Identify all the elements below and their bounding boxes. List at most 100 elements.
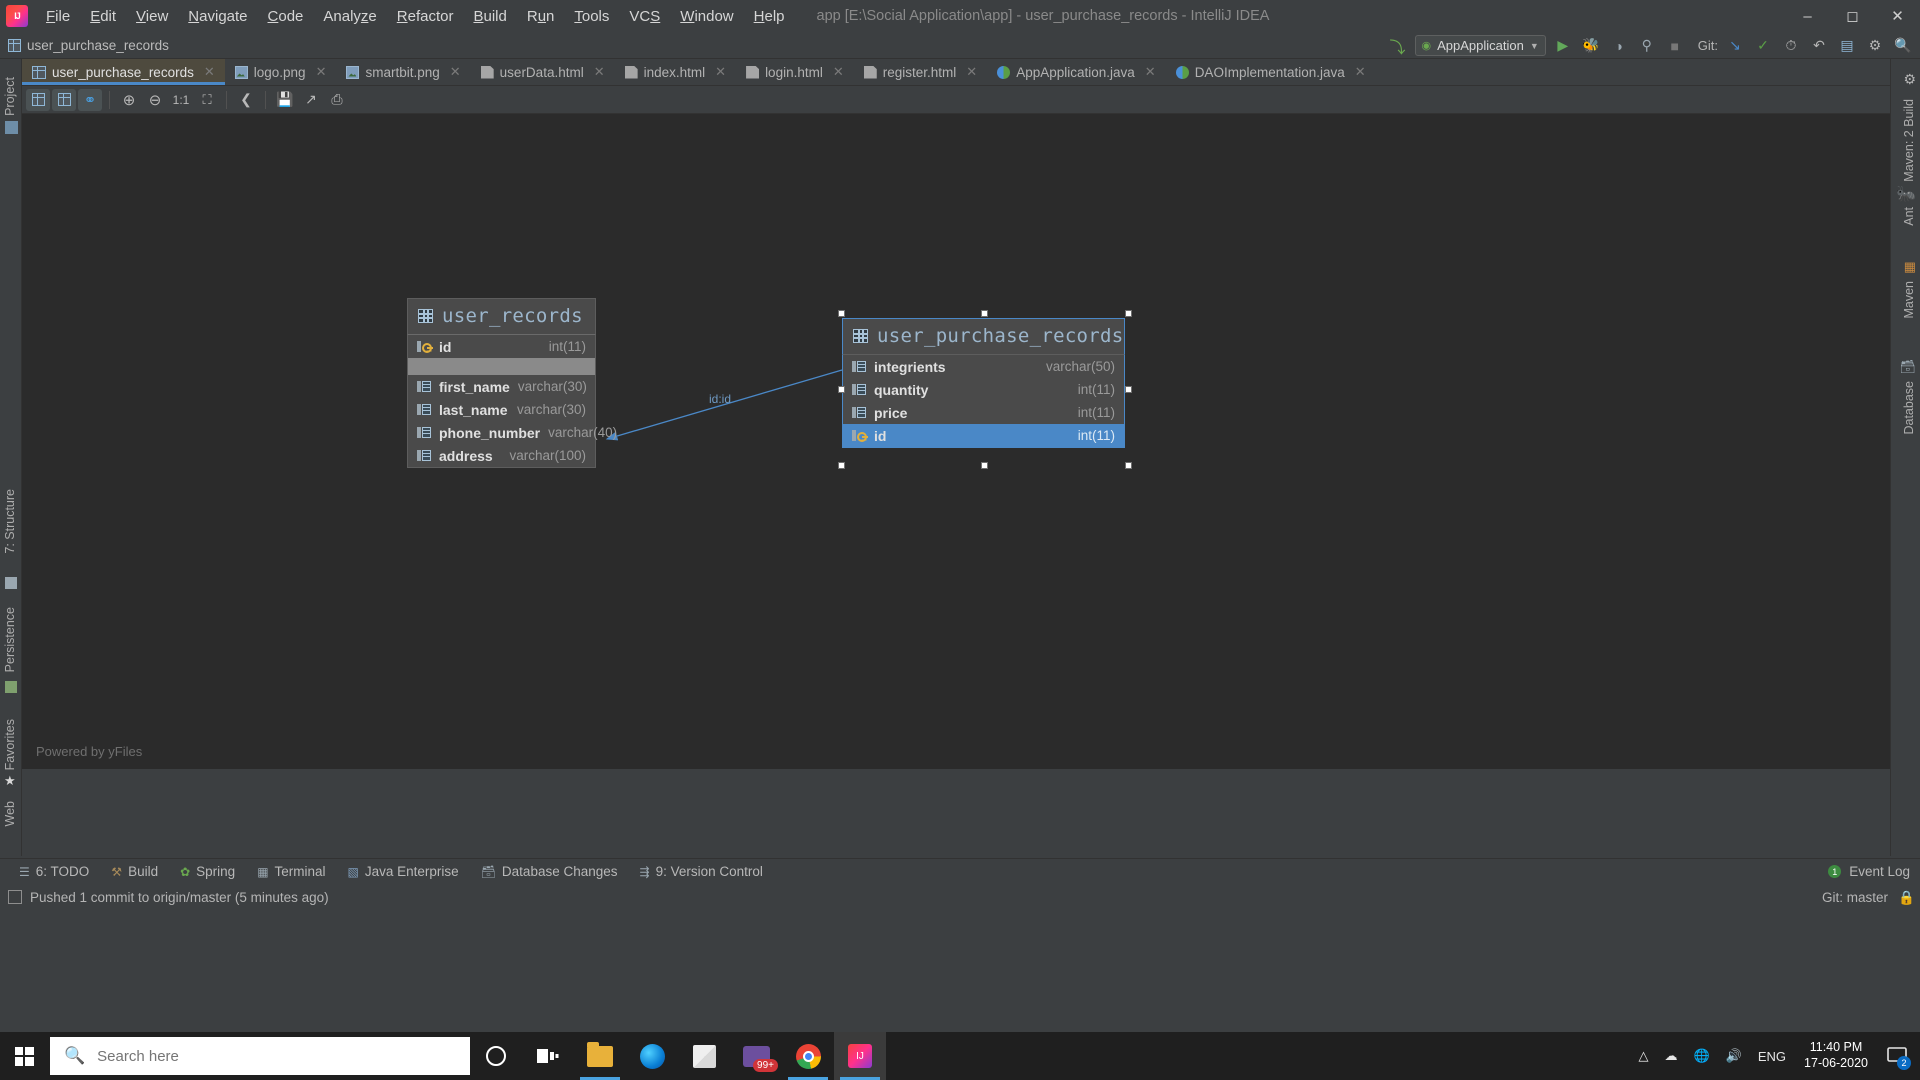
print-button[interactable]: ⎙ bbox=[325, 89, 349, 111]
er-column-row[interactable]: phone_number varchar(40) bbox=[408, 421, 617, 444]
close-tab-icon[interactable]: ✕ bbox=[316, 64, 327, 80]
sidebar-item-persistence[interactable]: Persistence bbox=[3, 607, 17, 672]
sidebar-item-ant[interactable]: Ant bbox=[1902, 207, 1916, 226]
resize-handle-s[interactable] bbox=[981, 462, 988, 469]
task-view-button[interactable] bbox=[522, 1032, 574, 1080]
close-tab-icon[interactable]: ✕ bbox=[833, 64, 844, 80]
close-tab-icon[interactable]: ✕ bbox=[450, 64, 461, 80]
tool-window-build[interactable]: ⚒ Build bbox=[100, 861, 169, 882]
git-update-icon[interactable]: ↘ bbox=[1724, 35, 1746, 57]
show-tables-button[interactable] bbox=[52, 88, 76, 111]
tool-window-database-changes[interactable]: 🗃 Database Changes bbox=[470, 861, 629, 882]
sidebar-item-maven[interactable]: Maven bbox=[1902, 281, 1916, 319]
tab-smartbit-png[interactable]: smartbit.png ✕ bbox=[336, 59, 470, 85]
edge-button[interactable] bbox=[626, 1032, 678, 1080]
show-hidden-icons-button[interactable]: △ bbox=[1631, 1032, 1657, 1080]
close-tab-icon[interactable]: ✕ bbox=[966, 64, 977, 80]
tool-window-todo[interactable]: ☰ 6: TODO bbox=[8, 861, 100, 882]
close-tab-icon[interactable]: ✕ bbox=[715, 64, 726, 80]
git-commit-icon[interactable]: ✓ bbox=[1752, 35, 1774, 57]
plugins-icon[interactable]: ▤ bbox=[1836, 35, 1858, 57]
menu-item-window[interactable]: Window bbox=[670, 4, 743, 29]
menu-item-tools[interactable]: Tools bbox=[564, 4, 619, 29]
resize-handle-w[interactable] bbox=[838, 386, 845, 393]
stop-icon[interactable]: ■ bbox=[1664, 35, 1686, 57]
save-diagram-button[interactable]: 💾 bbox=[273, 89, 297, 111]
profiler-icon[interactable]: ⚲ bbox=[1636, 35, 1658, 57]
gear-icon[interactable]: ⚙ bbox=[1864, 35, 1886, 57]
run-configuration-selector[interactable]: ◉ AppApplication ▼ bbox=[1414, 35, 1546, 56]
show-keys-button[interactable]: ⚭ bbox=[78, 88, 102, 111]
git-history-icon[interactable]: ⏱ bbox=[1780, 35, 1802, 57]
sidebar-item-structure[interactable]: 7: Structure bbox=[3, 489, 17, 554]
menu-item-file[interactable]: File bbox=[36, 4, 80, 29]
er-table-user-purchase-records[interactable]: user_purchase_records integrients varcha… bbox=[838, 310, 1132, 469]
sidebar-item-web[interactable]: Web bbox=[3, 801, 17, 826]
resize-handle-sw[interactable] bbox=[838, 462, 845, 469]
cortana-button[interactable] bbox=[470, 1032, 522, 1080]
menu-item-navigate[interactable]: Navigate bbox=[178, 4, 257, 29]
sidebar-item-maven-build[interactable]: Maven: 2 Build bbox=[1902, 99, 1916, 182]
sidebar-item-favorites[interactable]: Favorites bbox=[3, 719, 17, 770]
layout-button[interactable]: ❮ bbox=[234, 89, 258, 111]
er-column-row[interactable]: address varchar(100) bbox=[408, 444, 595, 467]
tab-userdata-html[interactable]: userData.html ✕ bbox=[471, 59, 615, 85]
intellij-button[interactable] bbox=[834, 1032, 886, 1080]
resize-handle-n[interactable] bbox=[981, 310, 988, 317]
er-column-row-selected[interactable]: id int(11) bbox=[843, 424, 1124, 447]
fit-content-button[interactable]: ⛶ bbox=[195, 89, 219, 111]
search-icon[interactable]: 🔍 bbox=[1892, 35, 1914, 57]
clock[interactable]: 11:40 PM 17-06-2020 bbox=[1794, 1040, 1878, 1071]
run-icon[interactable]: ▶ bbox=[1552, 35, 1574, 57]
chrome-button[interactable] bbox=[782, 1032, 834, 1080]
menu-item-analyze[interactable]: Analyze bbox=[313, 4, 386, 29]
menu-item-refactor[interactable]: Refactor bbox=[387, 4, 464, 29]
microsoft-store-button[interactable] bbox=[678, 1032, 730, 1080]
git-rollback-icon[interactable]: ↶ bbox=[1808, 35, 1830, 57]
resize-handle-nw[interactable] bbox=[838, 310, 845, 317]
er-column-row[interactable]: price int(11) bbox=[843, 401, 1124, 424]
lock-icon[interactable]: 🔒 bbox=[1898, 890, 1915, 905]
menu-item-help[interactable]: Help bbox=[744, 4, 795, 29]
zoom-out-button[interactable]: ⊖ bbox=[143, 89, 167, 111]
er-table-user-records[interactable]: user_records id int(11) first_name varch… bbox=[407, 298, 617, 468]
tab-logo-png[interactable]: logo.png ✕ bbox=[225, 59, 337, 85]
taskbar-search[interactable]: 🔍 bbox=[50, 1037, 470, 1075]
volume-icon[interactable]: 🔊 bbox=[1718, 1032, 1750, 1080]
start-button[interactable] bbox=[0, 1032, 48, 1080]
resize-handle-e[interactable] bbox=[1125, 386, 1132, 393]
close-tab-icon[interactable]: ✕ bbox=[204, 64, 215, 80]
file-explorer-button[interactable] bbox=[574, 1032, 626, 1080]
network-icon[interactable]: 🌐 bbox=[1686, 1032, 1718, 1080]
er-column-row[interactable]: last_name varchar(30) bbox=[408, 398, 595, 421]
language-indicator[interactable]: ENG bbox=[1750, 1032, 1794, 1080]
menu-item-edit[interactable]: Edit bbox=[80, 4, 126, 29]
menu-item-run[interactable]: Run bbox=[517, 4, 565, 29]
tab-login-html[interactable]: login.html ✕ bbox=[736, 59, 854, 85]
diagram-canvas[interactable]: id:id user_records id int(11) first_name… bbox=[22, 114, 1890, 769]
resize-handle-se[interactable] bbox=[1125, 462, 1132, 469]
run-coverage-icon[interactable]: ◑ bbox=[1608, 35, 1630, 57]
zoom-in-button[interactable]: ⊕ bbox=[117, 89, 141, 111]
mail-button[interactable]: 99+ bbox=[730, 1032, 782, 1080]
git-branch-label[interactable]: Git: master bbox=[1822, 890, 1888, 905]
menu-item-vcs[interactable]: VCS bbox=[619, 4, 670, 29]
onedrive-icon[interactable]: ☁ bbox=[1657, 1032, 1686, 1080]
tool-window-java-enterprise[interactable]: ▧ Java Enterprise bbox=[337, 861, 470, 882]
event-log-area[interactable]: 1 Event Log bbox=[1828, 864, 1910, 879]
right-settings-icon[interactable]: ⚙ bbox=[1903, 71, 1916, 88]
sidebar-item-project[interactable]: Project bbox=[3, 77, 17, 116]
menu-item-view[interactable]: View bbox=[126, 4, 178, 29]
close-tab-icon[interactable]: ✕ bbox=[594, 64, 605, 80]
hammer-icon[interactable]: ⤵ bbox=[1387, 35, 1409, 57]
tool-window-spring[interactable]: ✿ Spring bbox=[169, 861, 246, 882]
er-column-row[interactable]: first_name varchar(30) bbox=[408, 375, 595, 398]
notification-center-button[interactable]: 2 bbox=[1878, 1032, 1916, 1080]
er-column-row[interactable]: quantity int(11) bbox=[843, 378, 1124, 401]
tool-window-version-control[interactable]: ⇶ 9: Version Control bbox=[629, 861, 774, 882]
breadcrumb[interactable]: user_purchase_records bbox=[8, 38, 169, 53]
debug-icon[interactable]: 🐝 bbox=[1580, 35, 1602, 57]
maximize-button[interactable]: ◻ bbox=[1830, 0, 1875, 32]
tab-daoimplementation-java[interactable]: DAOImplementation.java ✕ bbox=[1166, 59, 1376, 85]
er-table-header[interactable]: user_purchase_records bbox=[842, 318, 1125, 355]
